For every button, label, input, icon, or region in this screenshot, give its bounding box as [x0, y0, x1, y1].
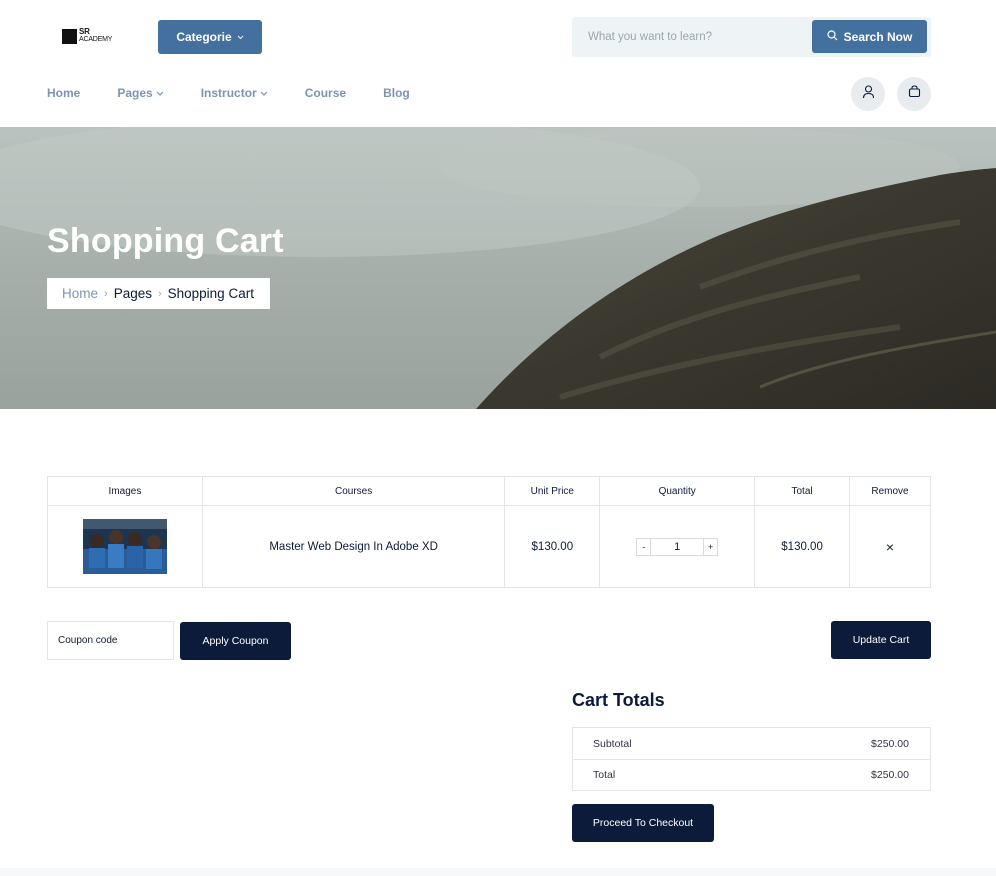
nav-blog[interactable]: Blog: [383, 86, 410, 100]
chevron-down-icon: [156, 88, 164, 98]
quantity-increase-button[interactable]: +: [703, 537, 719, 556]
cart-item-total: $130.00: [754, 505, 851, 588]
subtotal-value: $250.00: [871, 737, 909, 750]
subtotal-label: Subtotal: [593, 737, 632, 750]
nav-home[interactable]: Home: [47, 86, 80, 100]
logo[interactable]: SR ACADEMY: [62, 28, 112, 44]
search-now-button[interactable]: Search Now: [812, 20, 927, 53]
cart-table: Images Courses Unit Price Quantity Total…: [47, 476, 931, 588]
column-header-remove: Remove: [849, 476, 931, 506]
main-nav: Home Pages Instructor Course Blog: [47, 86, 410, 100]
column-header-images: Images: [47, 476, 203, 506]
user-icon: [862, 84, 875, 104]
nav-instructor-label: Instructor: [200, 86, 257, 100]
total-value: $250.00: [871, 769, 909, 781]
footer-edge: [0, 868, 996, 876]
logo-text: SR ACADEMY: [79, 28, 112, 44]
chevron-right-icon: ›: [157, 287, 162, 300]
chevron-right-icon: ›: [104, 287, 108, 300]
logo-mark: [62, 28, 77, 44]
cart-table-header: Images Courses Unit Price Quantity Total…: [47, 476, 931, 506]
hero-banner: Shopping Cart Home › Pages › Shopping Ca…: [0, 127, 996, 409]
cart-item-quantity-cell: - 1 +: [599, 505, 756, 588]
column-header-courses: Courses: [201, 476, 506, 506]
chevron-down-icon: [237, 33, 244, 42]
column-header-quantity: Quantity: [599, 476, 756, 506]
nav-course-label: Course: [304, 86, 347, 100]
column-header-total: Total: [754, 476, 851, 506]
apply-coupon-button[interactable]: Apply Coupon: [180, 622, 291, 660]
cart-totals-title: Cart Totals: [572, 690, 665, 710]
breadcrumb-home[interactable]: Home: [62, 286, 98, 301]
breadcrumb-pages[interactable]: Pages: [114, 286, 152, 301]
proceed-to-checkout-button[interactable]: Proceed To Checkout: [572, 804, 714, 842]
course-thumbnail[interactable]: [82, 519, 167, 574]
search-icon: [827, 29, 838, 44]
total-label: Total: [593, 769, 616, 781]
nav-instructor[interactable]: Instructor: [201, 86, 268, 100]
shopping-bag-icon: [908, 85, 921, 103]
cart-button[interactable]: [897, 77, 931, 111]
logo-line-1: SR: [79, 27, 90, 36]
breadcrumb: Home › Pages › Shopping Cart: [47, 278, 270, 309]
nav-course[interactable]: Course: [305, 86, 346, 100]
quantity-decrease-button[interactable]: -: [636, 537, 652, 556]
nav-pages-label: Pages: [117, 86, 153, 100]
hero-background-image: [0, 127, 996, 409]
nav-home-label: Home: [47, 86, 81, 100]
chevron-down-icon: [260, 88, 268, 98]
coupon-code-input[interactable]: [47, 621, 174, 660]
account-button[interactable]: [851, 77, 885, 111]
totals-row-subtotal: Subtotal $250.00: [573, 728, 930, 759]
category-button-label: Categorie: [176, 30, 232, 44]
remove-item-icon[interactable]: ×: [886, 539, 894, 555]
column-header-unit-price: Unit Price: [504, 476, 601, 506]
cart-item-remove-cell: ×: [849, 505, 931, 588]
category-button[interactable]: Categorie: [158, 20, 262, 54]
cart-item-image-cell: [47, 505, 203, 588]
quantity-stepper: - 1 +: [636, 537, 719, 556]
nav-blog-label: Blog: [383, 86, 410, 100]
page-title: Shopping Cart: [47, 222, 284, 260]
search-bar: Search Now: [572, 17, 931, 57]
nav-pages[interactable]: Pages: [117, 86, 164, 100]
logo-line-2: ACADEMY: [79, 36, 113, 43]
breadcrumb-current: Shopping Cart: [167, 286, 254, 301]
quantity-input[interactable]: 1: [651, 537, 704, 556]
search-input[interactable]: [572, 17, 810, 57]
cart-item-unit-price: $130.00: [504, 505, 601, 588]
search-now-label: Search Now: [843, 29, 913, 44]
totals-row-total: Total $250.00: [573, 759, 930, 790]
cart-totals-table: Subtotal $250.00 Total $250.00: [572, 727, 931, 791]
cart-item-course-name[interactable]: Master Web Design In Adobe XD: [201, 505, 506, 588]
table-row: Master Web Design In Adobe XD $130.00 - …: [47, 505, 931, 588]
update-cart-button[interactable]: Update Cart: [831, 621, 931, 659]
